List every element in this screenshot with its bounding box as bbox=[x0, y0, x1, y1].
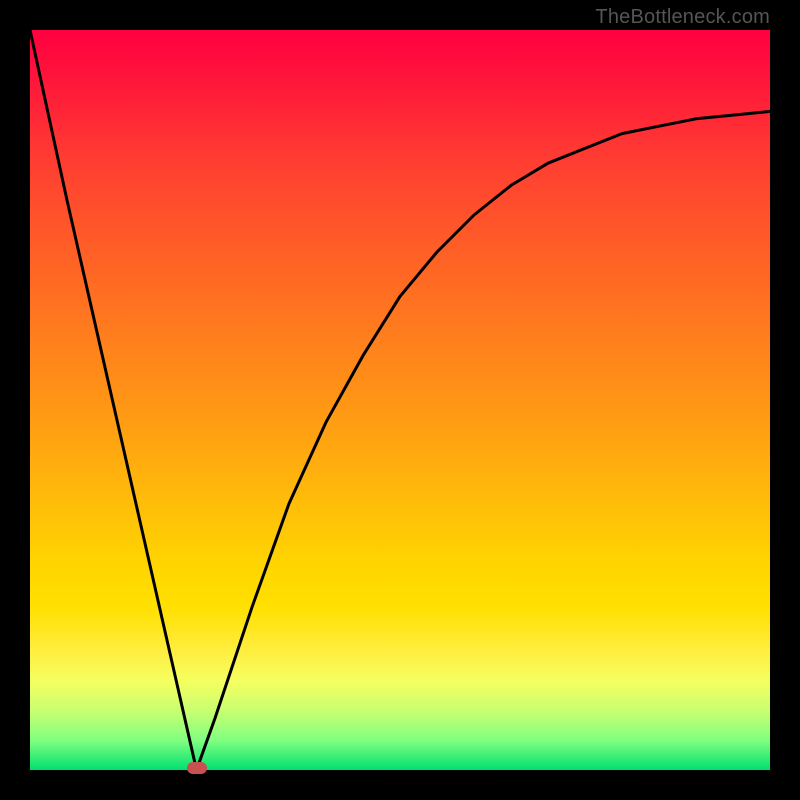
plot-area bbox=[30, 30, 770, 770]
watermark-text: TheBottleneck.com bbox=[595, 6, 770, 29]
bottleneck-curve bbox=[30, 30, 770, 770]
chart-frame: TheBottleneck.com bbox=[0, 0, 800, 800]
curve-svg bbox=[30, 30, 770, 770]
minimum-marker bbox=[187, 762, 207, 774]
